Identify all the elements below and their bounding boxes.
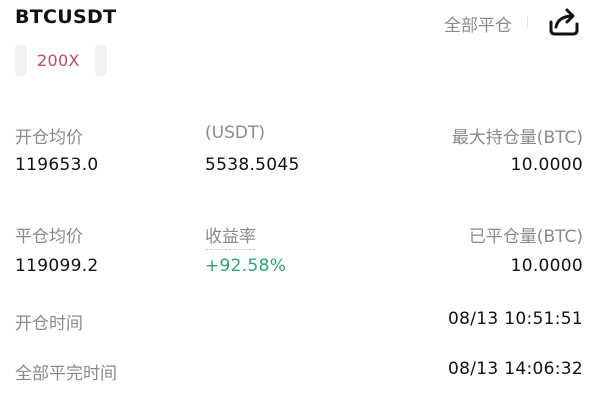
full-close-time-value: 08/13 14:06:32: [448, 359, 583, 379]
return-rate-label[interactable]: 收益率: [205, 222, 256, 250]
leverage-badge: 200X: [15, 45, 107, 76]
return-rate-value: +92.58%: [205, 256, 287, 276]
open-time-value: 08/13 10:51:51: [448, 309, 583, 329]
open-time-label: 开仓时间: [15, 314, 83, 334]
close-all-button[interactable]: 全部平仓: [444, 11, 512, 36]
open-avg-price-value: 119653.0: [15, 155, 99, 175]
header-divider: [527, 16, 528, 28]
share-icon: [549, 8, 579, 36]
open-avg-price-label: 开仓均价: [15, 128, 83, 148]
closed-position-value: 10.0000: [510, 256, 583, 276]
leverage-value: 200X: [37, 51, 80, 70]
unit-label: (USDT): [205, 123, 265, 143]
full-close-time-label: 全部平完时间: [15, 364, 117, 384]
max-position-value: 10.0000: [510, 155, 583, 175]
close-avg-price-value: 119099.2: [15, 256, 99, 276]
share-button[interactable]: [547, 6, 581, 38]
unit-value: 5538.5045: [205, 155, 300, 175]
max-position-label: 最大持仓量(BTC): [451, 128, 583, 148]
close-avg-price-label: 平仓均价: [15, 227, 83, 247]
symbol-title: BTCUSDT: [15, 6, 117, 28]
closed-position-label: 已平仓量(BTC): [468, 227, 583, 247]
